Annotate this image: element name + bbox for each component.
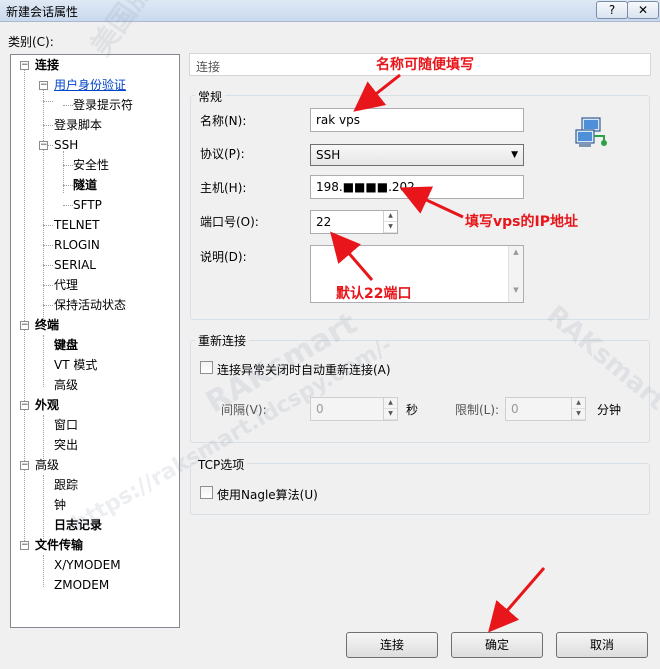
arrow-to-ok	[488, 567, 546, 633]
annotation-ip-hint: 填写vps的IP地址	[465, 214, 578, 230]
arrow-to-host	[399, 186, 464, 219]
annotation-arrows	[330, 73, 546, 633]
annotation-port-hint: 默认22端口	[336, 286, 412, 302]
arrow-to-port	[330, 231, 374, 281]
annotation-name-hint: 名称可随便填写	[376, 57, 474, 73]
arrow-to-name	[353, 73, 401, 112]
